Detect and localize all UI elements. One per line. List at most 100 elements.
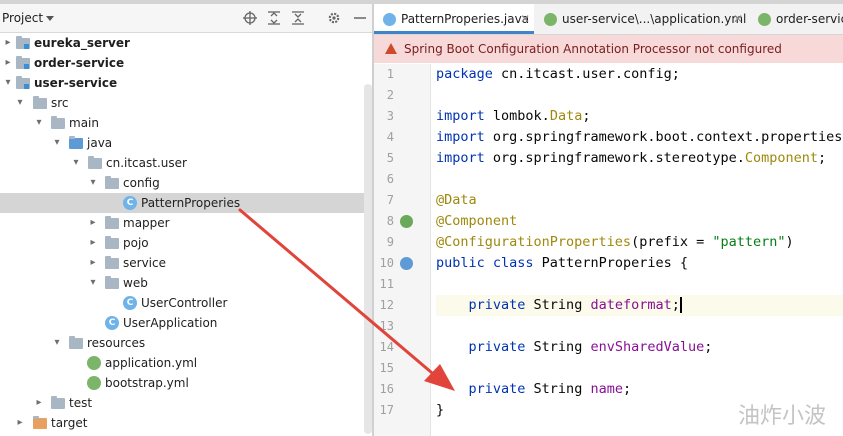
project-panel: Project ▸ eureka_server ▸ order-service [0,4,372,436]
tree-item-config[interactable]: ▾ config [0,173,372,193]
line-number: 6 [386,172,394,186]
class-icon: C [123,296,137,310]
chevron-right-icon[interactable]: ▸ [33,393,45,413]
code-line: package cn.itcast.user.config; [436,66,680,82]
chevron-right-icon[interactable]: ▸ [2,33,14,53]
chevron-down-icon[interactable]: ▾ [33,113,45,133]
tab-order-service[interactable]: order-service [754,4,843,34]
tab-application-yml[interactable]: user-service\...\application.yml ✕ [536,4,746,34]
chevron-down-icon[interactable] [46,16,54,21]
module-folder-icon [16,76,30,89]
chevron-right-icon[interactable]: ▸ [87,253,99,273]
tree-item-target[interactable]: ▸ target [0,413,372,433]
folder-icon [51,396,65,409]
bean-gutter-icon[interactable] [400,215,413,228]
tree-item-cn-itcast-user[interactable]: ▾ cn.itcast.user [0,153,372,173]
warning-banner: Spring Boot Configuration Annotation Pro… [374,35,843,63]
line-number: 8 [386,214,394,228]
chevron-down-icon[interactable]: ▾ [87,173,99,193]
tab-patternproperies-java[interactable]: PatternProperies.java ✕ [374,4,534,34]
locate-icon[interactable] [242,10,258,26]
chevron-down-icon[interactable]: ▾ [87,273,99,293]
yml-icon [758,13,771,26]
tree-item-userapplication[interactable]: C UserApplication [0,313,372,333]
module-folder-icon [16,56,30,69]
line-number: 17 [379,403,394,417]
tree-item-label: bootstrap.yml [105,376,189,390]
editor-tabs: PatternProperies.java ✕ user-service\...… [374,4,843,35]
tree-item-label: PatternProperies [141,196,241,210]
code-line: import org.springframework.boot.context.… [436,129,843,145]
tree-item-src[interactable]: ▾ src [0,93,372,113]
tree-item-label: target [51,416,88,430]
tree-item-label: user-service [34,76,118,90]
code-line: public class PatternProperies { [436,255,688,271]
module-folder-icon [16,36,30,49]
chevron-right-icon[interactable]: ▸ [14,413,26,433]
gear-icon[interactable] [326,10,342,26]
warning-icon [385,43,397,54]
line-number: 2 [386,88,394,102]
bean-gutter-icon[interactable] [400,257,413,270]
line-number: 7 [386,193,394,207]
chevron-down-icon[interactable]: ▾ [51,133,63,153]
tree-item-label: cn.itcast.user [106,156,187,170]
line-number: 10 [379,256,394,270]
package-icon [105,236,119,249]
code-line: @Component [436,213,518,229]
chevron-right-icon[interactable]: ▸ [2,53,14,73]
project-toolbar: Project [0,4,372,33]
close-icon[interactable]: ✕ [520,4,530,34]
tree-item-web[interactable]: ▾ web [0,273,372,293]
code-line: import org.springframework.stereotype.Co… [436,150,827,166]
watermark: 油炸小波 [738,404,827,429]
tree-item-resources[interactable]: ▾ resources [0,333,372,353]
collapse-all-icon[interactable] [290,10,306,26]
hide-panel-icon[interactable] [352,10,368,26]
close-icon[interactable]: ✕ [733,4,743,34]
project-view-selector[interactable]: Project [2,11,43,25]
tree-item-patternproperies[interactable]: C PatternProperies [0,193,372,213]
tab-label: PatternProperies.java [401,12,530,26]
tree-item-main[interactable]: ▾ main [0,113,372,133]
chevron-down-icon[interactable]: ▾ [14,93,26,113]
tree-item-bootstrap-yml[interactable]: bootstrap.yml [0,373,372,393]
tree-item-test[interactable]: ▸ test [0,393,372,413]
chevron-right-icon[interactable]: ▸ [87,233,99,253]
resources-folder-icon [69,336,83,349]
chevron-down-icon[interactable]: ▾ [2,73,14,93]
line-number: 5 [386,151,394,165]
line-number: 15 [379,361,394,375]
tree-item-label: application.yml [105,356,198,370]
spring-class-icon: C [105,316,119,330]
tree-item-label: config [123,176,160,190]
tree-item-label: UserApplication [123,316,218,330]
tree-item-java[interactable]: ▾ java [0,133,372,153]
line-number-gutter: 1 2 3 4 5 6 7 8 9 10 11 12 13 14 15 16 1… [374,64,431,436]
chevron-down-icon[interactable]: ▾ [70,153,82,173]
tree-item-order-service[interactable]: ▸ order-service [0,53,372,73]
tree-item-mapper[interactable]: ▸ mapper [0,213,372,233]
tree-item-service[interactable]: ▸ service [0,253,372,273]
package-icon [105,256,119,269]
tree-item-application-yml[interactable]: application.yml [0,353,372,373]
source-folder-icon [69,136,83,149]
expand-all-icon[interactable] [266,10,282,26]
chevron-down-icon[interactable]: ▾ [51,333,63,353]
tree-item-label: eureka_server [34,36,130,50]
banner-text: Spring Boot Configuration Annotation Pro… [404,42,782,56]
text-caret [679,297,682,313]
line-number: 3 [386,109,394,123]
chevron-right-icon[interactable]: ▸ [87,213,99,233]
tree-item-user-service[interactable]: ▾ user-service [0,73,372,93]
code-line: import lombok.Data; [436,108,591,124]
project-scrollbar[interactable] [364,84,372,434]
code-editor[interactable]: package cn.itcast.user.config; import lo… [436,64,843,436]
yml-icon [87,376,101,390]
tree-item-label: order-service [34,56,125,70]
tree-item-pojo[interactable]: ▸ pojo [0,233,372,253]
tree-item-usercontroller[interactable]: C UserController [0,293,372,313]
tree-item-eureka-server[interactable]: ▸ eureka_server [0,33,372,53]
code-line: } [436,402,445,418]
tree-item-label: pojo [123,236,149,250]
